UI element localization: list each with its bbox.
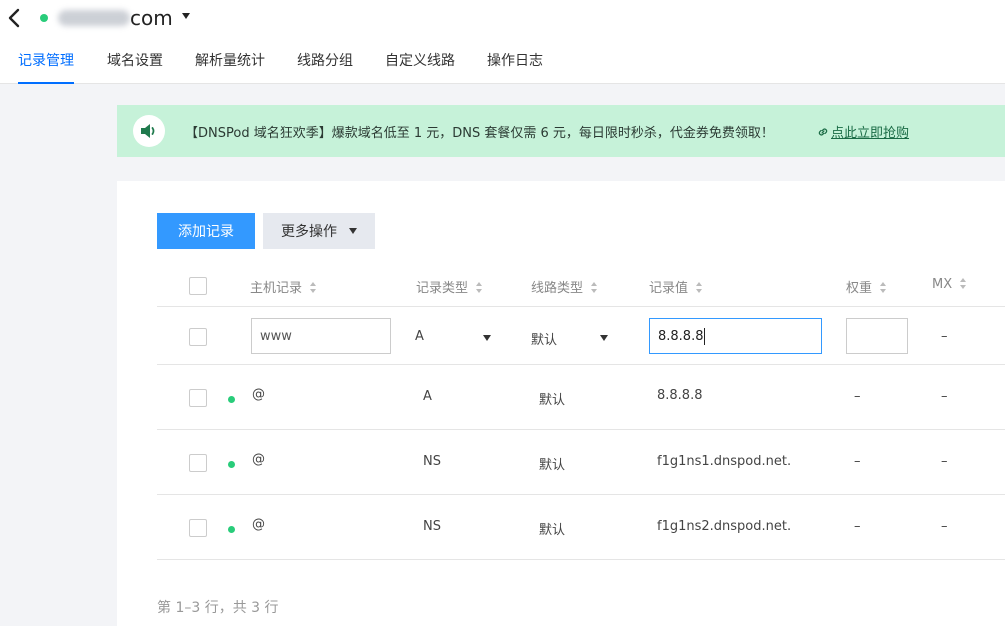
type-cell: NS: [423, 519, 441, 534]
header-value[interactable]: 记录值: [649, 277, 703, 296]
sort-icon: [310, 282, 317, 293]
table-row[interactable]: @ A 默认 8.8.8.8 – –: [157, 365, 1005, 430]
promo-banner: 【DNSPod 域名狂欢季】爆款域名低至 1 元，DNS 套餐仅需 6 元，每日…: [117, 105, 1005, 157]
host-cell: @: [252, 387, 265, 402]
line-cell: 默认: [539, 523, 566, 538]
value-cell: f1g1ns1.dnspod.net.: [657, 454, 792, 469]
header-host-label: 主机记录: [250, 281, 303, 296]
tab-operation-log[interactable]: 操作日志: [487, 50, 543, 84]
chevron-down-icon: [349, 228, 357, 234]
table-row[interactable]: @ NS 默认 f1g1ns2.dnspod.net. – –: [157, 495, 1005, 560]
mx-cell: –: [941, 389, 948, 404]
value-cell: 8.8.8.8: [657, 388, 703, 403]
host-input[interactable]: www: [251, 318, 391, 354]
speaker-icon: [133, 115, 165, 147]
domain-dropdown-caret-icon[interactable]: [182, 13, 190, 19]
row-checkbox[interactable]: [189, 328, 207, 346]
pagination-summary: 第 1–3 行，共 3 行: [157, 600, 279, 616]
header-mx-label: MX: [932, 277, 953, 292]
host-cell: @: [252, 452, 265, 467]
add-record-button[interactable]: 添加记录: [157, 213, 255, 249]
row-checkbox[interactable]: [189, 389, 207, 407]
mx-cell: –: [941, 519, 948, 534]
domain-name-redacted: [58, 10, 130, 26]
weight-input[interactable]: [846, 318, 908, 354]
chevron-down-icon: [600, 335, 608, 341]
domain-status-dot: [40, 14, 48, 22]
sort-icon: [960, 278, 967, 289]
header-weight-label: 权重: [846, 281, 873, 296]
header-type[interactable]: 记录类型: [416, 277, 483, 296]
promo-link-label: 点此立即抢购: [831, 126, 910, 141]
host-input-value: www: [260, 328, 292, 344]
tab-domain-settings[interactable]: 域名设置: [107, 50, 163, 84]
weight-cell: –: [854, 454, 861, 469]
enabled-status-dot: [228, 526, 235, 533]
type-cell: NS: [423, 454, 441, 469]
mx-cell: –: [941, 454, 948, 469]
tab-line-groups[interactable]: 线路分组: [297, 50, 353, 84]
domain-suffix: com: [130, 6, 173, 30]
line-cell: 默认: [539, 393, 566, 408]
add-record-label: 添加记录: [178, 224, 234, 240]
mx-cell: –: [941, 329, 948, 344]
enabled-status-dot: [228, 396, 235, 403]
more-actions-button[interactable]: 更多操作: [263, 213, 375, 249]
promo-text: 【DNSPod 域名狂欢季】爆款域名低至 1 元，DNS 套餐仅需 6 元，每日…: [185, 126, 774, 141]
row-checkbox[interactable]: [189, 519, 207, 537]
line-type-value: 默认: [531, 333, 558, 348]
header-mx[interactable]: MX: [932, 277, 967, 292]
select-all-checkbox[interactable]: [189, 277, 207, 295]
header-line[interactable]: 线路类型: [531, 277, 598, 296]
records-card: 添加记录 更多操作 主机记录 记录类型 线路类型 记录值 权重 MX www A…: [117, 181, 1005, 626]
weight-cell: –: [854, 389, 861, 404]
record-value-input[interactable]: 8.8.8.8: [649, 318, 822, 354]
row-checkbox[interactable]: [189, 454, 207, 472]
weight-cell: –: [854, 519, 861, 534]
record-type-value: A: [415, 329, 424, 344]
line-cell: 默认: [539, 458, 566, 473]
value-cell: f1g1ns2.dnspod.net.: [657, 519, 792, 534]
text-cursor: [704, 327, 706, 345]
type-cell: A: [423, 389, 432, 404]
more-actions-label: 更多操作: [281, 224, 337, 240]
host-cell: @: [252, 517, 265, 532]
header-line-label: 线路类型: [531, 281, 584, 296]
header-type-label: 记录类型: [416, 281, 469, 296]
tab-record-management[interactable]: 记录管理: [18, 50, 74, 84]
header-value-label: 记录值: [649, 281, 689, 296]
chevron-down-icon: [483, 335, 491, 341]
tab-custom-lines[interactable]: 自定义线路: [385, 50, 455, 84]
enabled-status-dot: [228, 461, 235, 468]
top-header: com 记录管理 域名设置 解析量统计 线路分组 自定义线路 操作日志: [0, 0, 1005, 84]
sort-icon: [476, 282, 483, 293]
table-row[interactable]: @ NS 默认 f1g1ns1.dnspod.net. – –: [157, 430, 1005, 495]
back-arrow-icon[interactable]: [6, 7, 24, 29]
link-icon: [818, 128, 828, 136]
sort-icon: [696, 282, 703, 293]
line-type-select[interactable]: 默认: [531, 329, 611, 348]
record-type-select[interactable]: A: [415, 329, 495, 344]
header-host[interactable]: 主机记录: [250, 277, 317, 296]
sort-icon: [591, 282, 598, 293]
record-value-text: 8.8.8.8: [658, 328, 704, 344]
edit-record-row: www A 默认 8.8.8.8 –: [157, 307, 1005, 365]
tab-resolution-stats[interactable]: 解析量统计: [195, 50, 265, 84]
sort-icon: [880, 282, 887, 293]
promo-link[interactable]: 点此立即抢购: [817, 122, 909, 141]
header-weight[interactable]: 权重: [846, 277, 887, 296]
table-header: 主机记录 记录类型 线路类型 记录值 权重 MX: [157, 263, 1005, 307]
